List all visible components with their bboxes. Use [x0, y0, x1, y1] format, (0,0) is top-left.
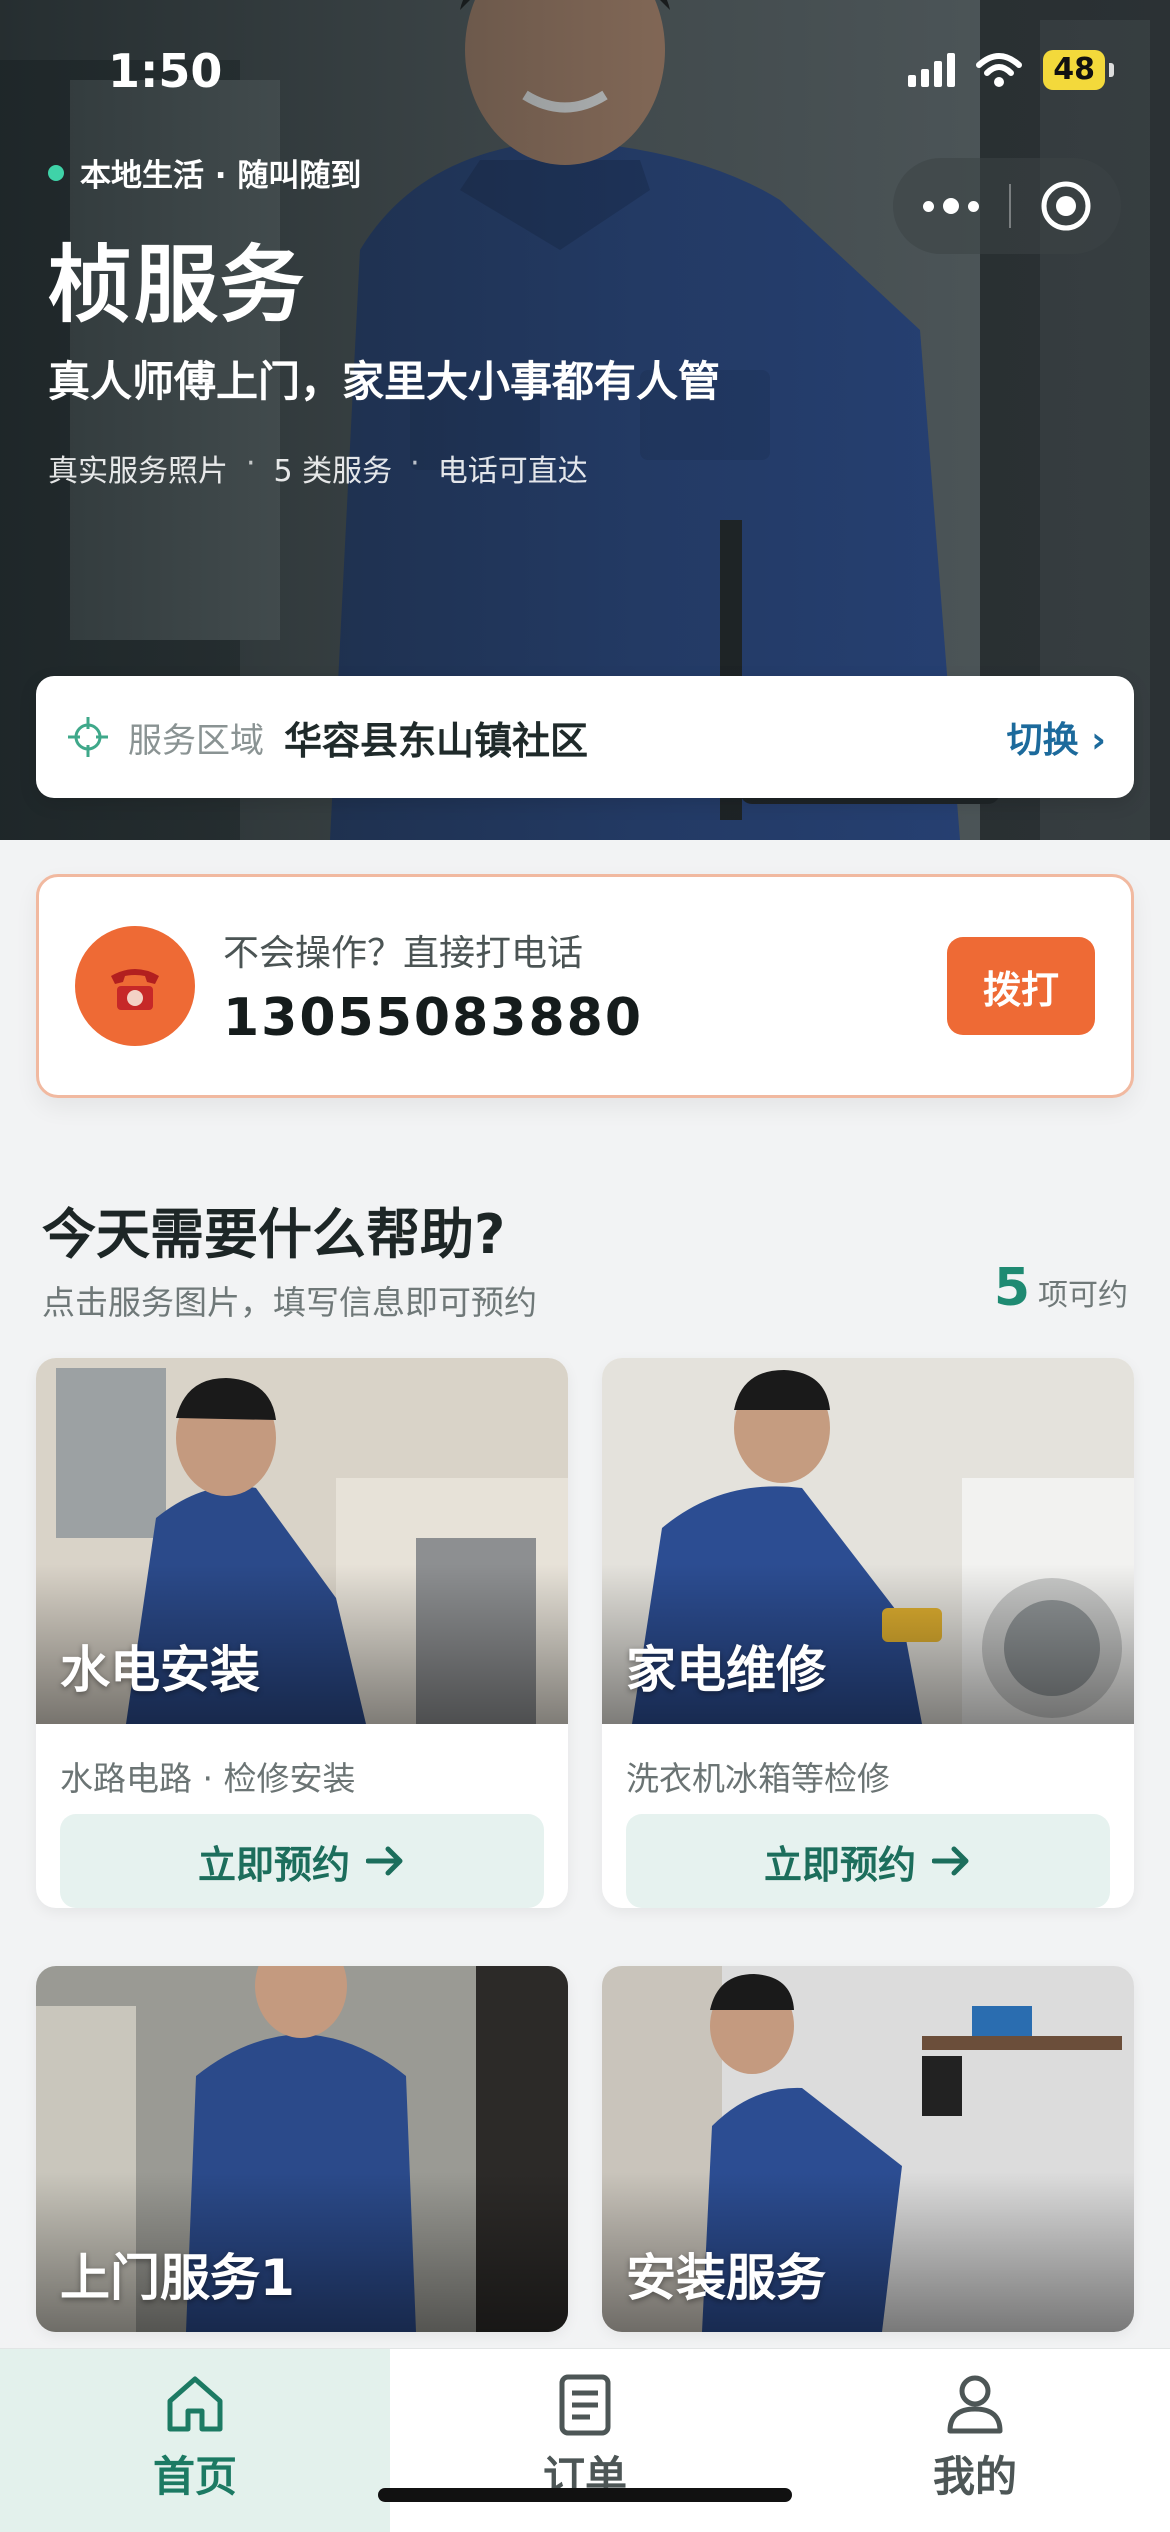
phone-number: 13055083880 [223, 988, 643, 1048]
service-card[interactable]: 水电安装 水路电路 · 检修安装 立即预约 [36, 1358, 568, 1908]
home-indicator [378, 2488, 792, 2502]
hero-tagline: 本地生活 · 随叫随到 [48, 150, 361, 195]
battery-icon [1109, 63, 1114, 77]
cellular-signal-icon [908, 53, 956, 87]
home-icon [167, 2376, 223, 2432]
brand-title: 桢服务 [48, 236, 307, 334]
call-prompt: 不会操作？直接打电话 [223, 933, 584, 974]
service-name: 家电维修 [626, 1641, 826, 1699]
service-desc: 水路电路 · 检修安装 [60, 1759, 356, 1798]
tab-orders[interactable]: 订单 [390, 2349, 780, 2532]
area-label: 服务区域 [128, 720, 264, 761]
service-card[interactable]: 安装服务 [602, 1966, 1134, 2332]
tab-profile[interactable]: 我的 [780, 2349, 1170, 2532]
service-card[interactable]: 上门服务1 [36, 1966, 568, 2332]
meta-item: 5 类服务 [273, 454, 393, 489]
meta-item: 真实服务照片 [48, 454, 228, 489]
dial-button[interactable]: 拨打 [947, 937, 1095, 1035]
hero-meta: 真实服务照片 · 5 类服务 · 电话可直达 [48, 446, 588, 490]
status-icons: 48 [908, 50, 1114, 90]
book-now-label: 立即预约 [763, 1842, 916, 1887]
location-crosshair-icon [68, 717, 108, 757]
book-now-label: 立即预约 [197, 1842, 350, 1887]
hero-slogan: 真人师傅上门，家里大小事都有人管 [48, 357, 721, 406]
available-count: 5 项可约 [994, 1258, 1128, 1318]
bottom-tab-bar: 首页 订单 我的 [0, 2348, 1170, 2532]
service-name: 安装服务 [626, 2249, 826, 2307]
section-subtitle: 点击服务图片，填写信息即可预约 [42, 1283, 537, 1322]
service-photo[interactable]: 家电维修 [602, 1358, 1134, 1724]
telephone-icon [75, 926, 195, 1046]
tab-home[interactable]: 首页 [0, 2349, 390, 2532]
meta-separator: · [246, 446, 256, 481]
call-text: 不会操作？直接打电话 13055083880 [223, 924, 947, 1048]
order-icon [559, 2374, 611, 2436]
close-miniprogram-icon[interactable] [1011, 179, 1121, 233]
book-now-button[interactable]: 立即预约 [60, 1814, 544, 1908]
service-card[interactable]: 家电维修 洗衣机冰箱等检修 立即预约 [602, 1358, 1134, 1908]
book-now-button[interactable]: 立即预约 [626, 1814, 1110, 1908]
meta-separator: · [410, 446, 420, 481]
service-name: 水电安装 [60, 1641, 260, 1699]
status-time: 1:50 [108, 44, 223, 98]
battery-level: 48 [1043, 50, 1105, 90]
arrow-right-icon [932, 1846, 969, 1876]
profile-icon [947, 2375, 1003, 2434]
hero-tagline-text: 本地生活 · 随叫随到 [80, 158, 362, 194]
online-dot-icon [48, 164, 64, 181]
status-bar: 1:50 48 [0, 0, 1170, 140]
service-photo[interactable]: 上门服务1 [36, 1966, 568, 2332]
meta-item: 电话可直达 [437, 454, 588, 489]
arrow-right-icon [366, 1846, 403, 1876]
call-card: 不会操作？直接打电话 13055083880 拨打 [36, 874, 1134, 1098]
area-value: 华容县东山镇社区 [284, 718, 589, 763]
service-photo[interactable]: 水电安装 [36, 1358, 568, 1724]
service-desc: 洗衣机冰箱等检修 [626, 1759, 890, 1798]
available-count-unit: 项可约 [1038, 1278, 1128, 1313]
wifi-icon [976, 53, 1023, 87]
tab-profile-label: 我的 [932, 2452, 1017, 2501]
more-icon[interactable] [893, 198, 1009, 214]
switch-area-button[interactable]: 切换 › [1007, 711, 1106, 763]
service-photo[interactable]: 安装服务 [602, 1966, 1134, 2332]
service-area-card[interactable]: 服务区域 华容县东山镇社区 切换 › [36, 676, 1134, 798]
available-count-number: 5 [993, 1258, 1030, 1318]
hero-banner: 1:50 48 本地生活 · 随叫随到 桢服务 真人师傅上门，家里大小事都有人管… [0, 0, 1170, 840]
tab-home-label: 首页 [152, 2452, 237, 2501]
service-name: 上门服务1 [60, 2249, 295, 2307]
section-title: 今天需要什么帮助? [42, 1203, 506, 1266]
miniprogram-capsule [893, 158, 1121, 254]
